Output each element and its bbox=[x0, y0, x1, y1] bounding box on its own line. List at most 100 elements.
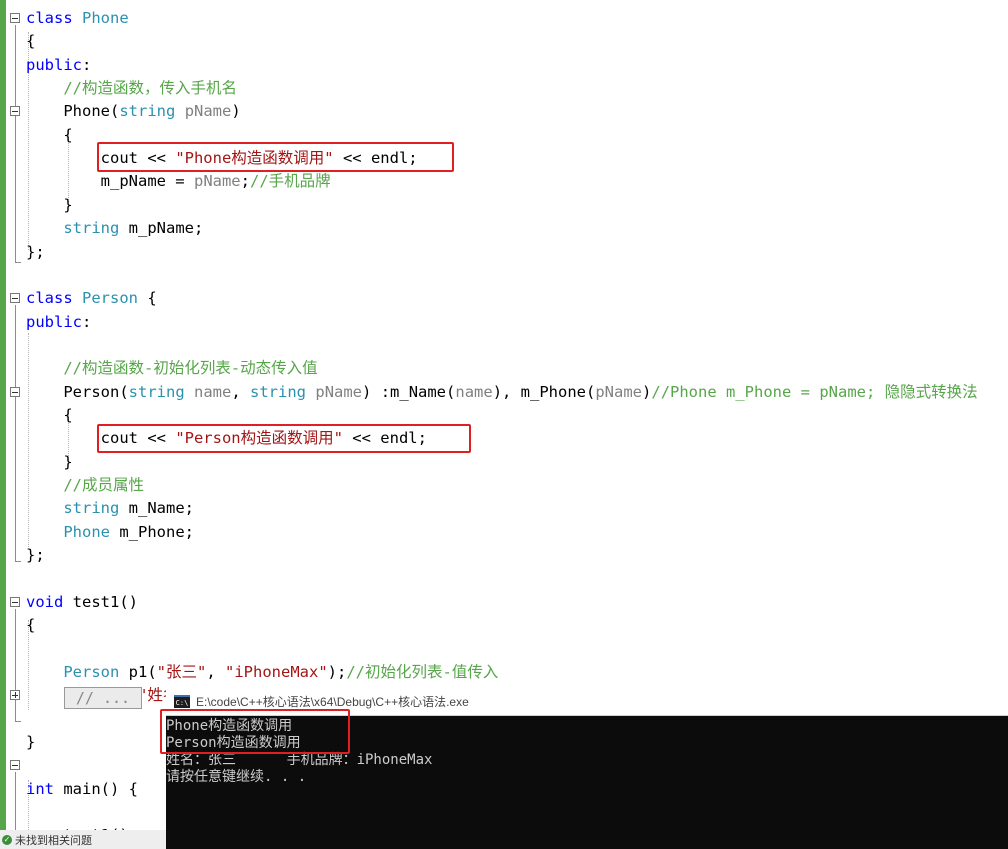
code-token: pName bbox=[315, 382, 363, 401]
code-line[interactable]: }; bbox=[26, 544, 45, 567]
code-line[interactable]: } bbox=[26, 451, 72, 474]
expand-icon[interactable] bbox=[10, 690, 20, 700]
highlight-box-phone-cout bbox=[97, 142, 454, 172]
outline-line bbox=[15, 25, 16, 262]
code-token: ( bbox=[119, 382, 129, 401]
code-token: { bbox=[138, 289, 157, 308]
code-line[interactable]: int main() { bbox=[26, 778, 138, 801]
code-token: { bbox=[26, 125, 73, 144]
code-token: ; bbox=[240, 172, 250, 191]
code-line[interactable]: { bbox=[26, 30, 35, 53]
outline-end bbox=[15, 721, 21, 722]
highlight-box-console-output bbox=[160, 709, 350, 754]
highlight-box-person-cout bbox=[97, 424, 471, 453]
code-token: } bbox=[26, 195, 73, 214]
code-line[interactable]: Person(string name, string pName) :m_Nam… bbox=[26, 381, 978, 404]
code-line[interactable]: string m_pName; bbox=[26, 217, 203, 240]
code-token: test1() bbox=[63, 592, 138, 611]
code-token: class bbox=[26, 9, 82, 27]
code-token: //构造函数，传入手机名 bbox=[63, 79, 237, 98]
code-token: //成员属性 bbox=[63, 476, 144, 494]
code-token: Person bbox=[82, 289, 138, 308]
outline-end bbox=[15, 561, 21, 562]
code-token: Phone bbox=[63, 522, 110, 541]
collapse-icon[interactable] bbox=[10, 387, 20, 397]
code-line[interactable]: string m_Name; bbox=[26, 497, 194, 520]
collapse-icon[interactable] bbox=[10, 760, 20, 770]
code-line[interactable]: { bbox=[26, 404, 73, 427]
console-title: E:\code\C++核心语法\x64\Debug\C++核心语法.exe bbox=[196, 694, 469, 709]
code-line[interactable]: //构造函数-初始化列表-动态传入值 bbox=[26, 357, 318, 380]
change-tracking-bar bbox=[0, 0, 6, 849]
code-line[interactable]: { bbox=[26, 614, 35, 637]
code-line[interactable]: { bbox=[26, 124, 73, 147]
console-app-icon: C:\ bbox=[174, 694, 190, 708]
code-token: public bbox=[26, 55, 82, 74]
code-token: Phone bbox=[82, 9, 129, 27]
code-token: : bbox=[82, 55, 92, 74]
code-line[interactable]: public: bbox=[26, 54, 91, 77]
code-token: main() { bbox=[54, 779, 138, 798]
code-token: //手机品牌 bbox=[250, 172, 331, 191]
code-token: string bbox=[63, 499, 120, 518]
code-line[interactable]: }; bbox=[26, 241, 45, 264]
collapse-icon[interactable] bbox=[10, 597, 20, 607]
code-line[interactable]: class Person { bbox=[26, 287, 157, 310]
code-token: m_pName = bbox=[26, 172, 194, 191]
collapse-icon[interactable] bbox=[10, 293, 20, 303]
code-line[interactable]: //构造函数，传入手机名 bbox=[26, 77, 237, 100]
code-token: ( bbox=[110, 102, 120, 121]
code-token: int bbox=[26, 779, 54, 798]
code-line[interactable]: //成员属性 bbox=[26, 474, 144, 497]
code-line[interactable]: Person p1("张三", "iPhoneMax");//初始化列表-值传入 bbox=[26, 661, 498, 684]
collapse-icon[interactable] bbox=[10, 106, 20, 116]
code-line[interactable]: } bbox=[26, 731, 35, 754]
code-token: class bbox=[26, 289, 82, 308]
code-token: , bbox=[206, 662, 225, 681]
code-token: //构造函数-初始化列表-动态传入值 bbox=[63, 359, 318, 378]
code-token: Person bbox=[63, 382, 120, 401]
code-token: m_pName; bbox=[119, 219, 204, 238]
code-token: string bbox=[128, 382, 185, 401]
code-token: }; bbox=[26, 546, 45, 565]
code-token: //Phone m_Phone = pName; 隐隐式转换法 bbox=[651, 382, 978, 401]
code-token: ) bbox=[231, 102, 241, 121]
code-token: pName bbox=[193, 172, 241, 191]
console-window[interactable]: C:\ E:\code\C++核心语法\x64\Debug\C++核心语法.ex… bbox=[160, 687, 1008, 849]
collapse-icon[interactable] bbox=[10, 13, 20, 23]
outline-line bbox=[15, 772, 16, 832]
status-text: 未找到相关问题 bbox=[15, 834, 92, 847]
collapsed-region[interactable]: // ... bbox=[64, 687, 142, 709]
code-token: } bbox=[26, 732, 36, 751]
console-line: 姓名：张三 手机品牌：iPhoneMax bbox=[166, 752, 433, 768]
code-token: name bbox=[194, 382, 232, 401]
code-token: Person bbox=[63, 662, 120, 681]
code-line[interactable]: void test1() bbox=[26, 591, 138, 614]
outline-line bbox=[15, 305, 16, 561]
code-line[interactable]: Phone m_Phone; bbox=[26, 521, 194, 544]
code-line[interactable]: } bbox=[26, 194, 73, 217]
code-line[interactable]: public: bbox=[26, 311, 91, 334]
code-token: m_Name; bbox=[119, 499, 194, 518]
code-line[interactable]: m_pName = pName;//手机品牌 bbox=[26, 170, 331, 193]
code-token: //初始化列表-值传入 bbox=[346, 662, 499, 681]
code-token: pName bbox=[184, 102, 232, 121]
code-line[interactable]: Phone(string pName) bbox=[26, 100, 241, 123]
outline-line bbox=[15, 609, 16, 721]
code-line[interactable]: class Phone bbox=[26, 7, 129, 30]
code-token: name bbox=[455, 382, 493, 401]
code-token: string bbox=[250, 382, 307, 401]
code-token: m_Phone; bbox=[110, 522, 194, 541]
outline-end bbox=[15, 262, 21, 263]
code-token: void bbox=[26, 592, 64, 611]
code-token: string bbox=[63, 219, 120, 238]
code-token: { bbox=[26, 405, 73, 424]
code-token: }; bbox=[26, 242, 45, 261]
